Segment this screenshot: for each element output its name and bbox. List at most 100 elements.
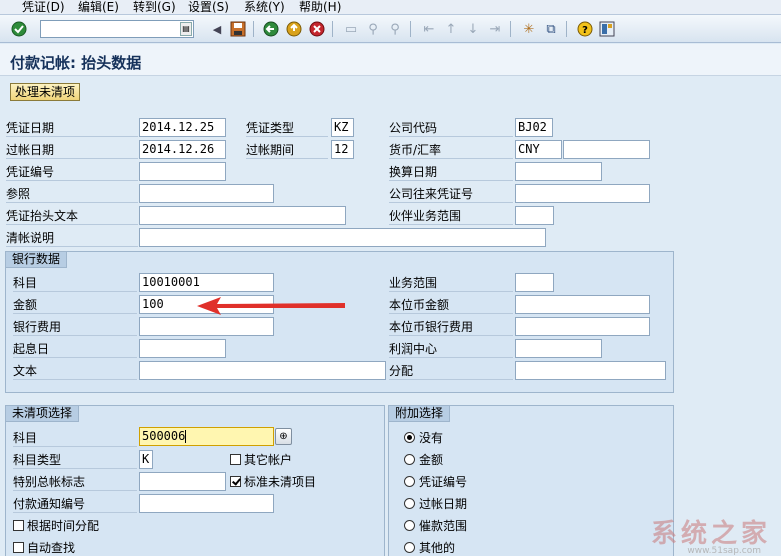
cancel-icon[interactable] xyxy=(308,20,326,38)
intercompany-number-field[interactable] xyxy=(515,184,650,203)
radio-doc-number-button[interactable] xyxy=(404,475,415,487)
enter-icon[interactable] xyxy=(10,20,28,38)
bank-text-field[interactable] xyxy=(139,361,386,380)
bank-account-field[interactable]: 10010001 xyxy=(139,273,274,292)
standard-oi-box[interactable] xyxy=(230,475,241,487)
account-type-field[interactable]: K xyxy=(139,450,153,469)
value-help-icon[interactable]: ⊕ xyxy=(275,428,292,445)
radio-amount[interactable]: 金额 xyxy=(404,451,443,467)
menu-goto[interactable]: 转到(G) xyxy=(133,0,176,14)
additional-selection-title: 附加选择 xyxy=(389,406,451,422)
doc-date-field[interactable]: 2014.12.25 xyxy=(139,118,226,137)
special-gl-field[interactable] xyxy=(139,472,226,491)
command-history-icon[interactable]: ▤ xyxy=(180,22,192,36)
intercompany-number-label: 公司往来凭证号 xyxy=(389,185,513,203)
toolbar-separator xyxy=(332,21,333,37)
new-session-icon[interactable]: ✳ xyxy=(520,20,538,38)
payment-advice-label: 付款通知编号 xyxy=(13,495,137,513)
oi-account-field[interactable]: 500006 xyxy=(139,427,274,446)
radio-dunning-area-button[interactable] xyxy=(404,519,415,531)
other-accounts-box[interactable] xyxy=(230,453,241,465)
toolbar-separator xyxy=(510,21,511,37)
distribute-by-age-box[interactable] xyxy=(13,519,24,531)
menu-system[interactable]: 系统(Y) xyxy=(244,0,285,14)
radio-doc-number-label: 凭证编号 xyxy=(419,474,468,489)
process-open-items-button[interactable]: 处理未清项 xyxy=(10,83,81,101)
watermark: 系统之家 xyxy=(650,519,771,549)
radio-posting-date-button[interactable] xyxy=(404,497,415,509)
other-accounts-label: 其它帐户 xyxy=(244,452,293,467)
menu-help[interactable]: 帮助(H) xyxy=(299,0,341,14)
title-area: 付款记帐: 抬头数据 xyxy=(0,44,781,76)
shortcut-icon[interactable]: ⧉ xyxy=(542,20,560,38)
local-amount-field[interactable] xyxy=(515,295,650,314)
radio-doc-number[interactable]: 凭证编号 xyxy=(404,473,467,489)
local-bank-charges-field[interactable] xyxy=(515,317,650,336)
company-code-field[interactable]: BJ02 xyxy=(515,118,553,137)
back-icon[interactable] xyxy=(262,20,280,38)
currency-field[interactable]: CNY xyxy=(515,140,562,159)
clearing-text-label: 清帐说明 xyxy=(6,229,138,247)
doc-number-field[interactable] xyxy=(139,162,226,181)
auto-search-checkbox[interactable]: 自动查找 xyxy=(13,539,75,555)
clearing-text-field[interactable] xyxy=(139,228,546,247)
radio-amount-button[interactable] xyxy=(404,453,415,465)
exchange-rate-field[interactable] xyxy=(563,140,650,159)
standard-oi-checkbox[interactable]: 标准未清项目 xyxy=(230,473,316,489)
last-page-icon[interactable]: ⇥ xyxy=(486,20,504,38)
period-field[interactable]: 12 xyxy=(331,140,354,159)
radio-dunning-area[interactable]: 催款范围 xyxy=(404,517,467,533)
doc-type-label: 凭证类型 xyxy=(246,119,328,137)
value-date-label: 起息日 xyxy=(13,340,137,358)
header-text-field[interactable] xyxy=(139,206,346,225)
distribute-by-age-label: 根据时间分配 xyxy=(27,518,100,533)
exit-icon[interactable] xyxy=(285,20,303,38)
help-icon[interactable]: ? xyxy=(576,20,594,38)
distribute-by-age-checkbox[interactable]: 根据时间分配 xyxy=(13,517,99,533)
local-amount-label: 本位币金额 xyxy=(389,296,513,314)
first-page-icon[interactable]: ⇤ xyxy=(420,20,438,38)
find-icon[interactable]: ⚲ xyxy=(364,20,382,38)
save-icon[interactable] xyxy=(229,20,247,38)
command-field[interactable]: ▤ xyxy=(40,20,194,38)
value-date-field[interactable] xyxy=(139,339,226,358)
menu-bar: 凭证(D) 编辑(E) 转到(G) 设置(S) 系统(Y) 帮助(H) xyxy=(0,0,781,15)
prev-page-icon[interactable]: ↑ xyxy=(442,20,460,38)
find-next-icon[interactable]: ⚲ xyxy=(386,20,404,38)
doc-date-label: 凭证日期 xyxy=(6,119,138,137)
period-label: 过帐期间 xyxy=(246,141,328,159)
profit-center-field[interactable] xyxy=(515,339,602,358)
payment-advice-field[interactable] xyxy=(139,494,274,513)
next-page-icon[interactable]: ↓ xyxy=(464,20,482,38)
radio-other-button[interactable] xyxy=(404,541,415,553)
assignment-field[interactable] xyxy=(515,361,666,380)
text-caret xyxy=(185,430,187,443)
menu-document[interactable]: 凭证(D) xyxy=(22,0,65,14)
auto-search-box[interactable] xyxy=(13,541,24,553)
menu-edit[interactable]: 编辑(E) xyxy=(78,0,119,14)
customize-layout-icon[interactable] xyxy=(598,20,616,38)
trading-partner-field[interactable] xyxy=(515,206,554,225)
command-toggle-icon[interactable]: ◀ xyxy=(208,20,226,38)
standard-toolbar: ▤ ◀ ▭ ⚲ ⚲ ⇤ ↑ ↓ ⇥ ✳ ⧉ ? xyxy=(0,15,781,43)
radio-dunning-area-label: 催款范围 xyxy=(419,518,468,533)
business-area-field[interactable] xyxy=(515,273,554,292)
application-toolbar: 处理未清项 xyxy=(0,77,781,107)
radio-none-button[interactable] xyxy=(404,431,415,443)
doc-type-field[interactable]: KZ xyxy=(331,118,354,137)
toolbar-separator xyxy=(410,21,411,37)
reference-field[interactable] xyxy=(139,184,274,203)
radio-other-label: 其他的 xyxy=(419,540,456,555)
other-accounts-checkbox[interactable]: 其它帐户 xyxy=(230,451,292,467)
posting-date-field[interactable]: 2014.12.26 xyxy=(139,140,226,159)
radio-other[interactable]: 其他的 xyxy=(404,539,455,555)
translation-date-field[interactable] xyxy=(515,162,602,181)
menu-settings[interactable]: 设置(S) xyxy=(188,0,229,14)
print-icon[interactable]: ▭ xyxy=(342,20,360,38)
radio-none[interactable]: 没有 xyxy=(404,429,443,445)
oi-account-value: 500006 xyxy=(142,429,186,443)
watermark-url: www.51sap.com xyxy=(687,546,761,556)
currency-rate-label: 货币/汇率 xyxy=(389,141,513,159)
bank-charges-field[interactable] xyxy=(139,317,274,336)
radio-posting-date[interactable]: 过帐日期 xyxy=(404,495,467,511)
